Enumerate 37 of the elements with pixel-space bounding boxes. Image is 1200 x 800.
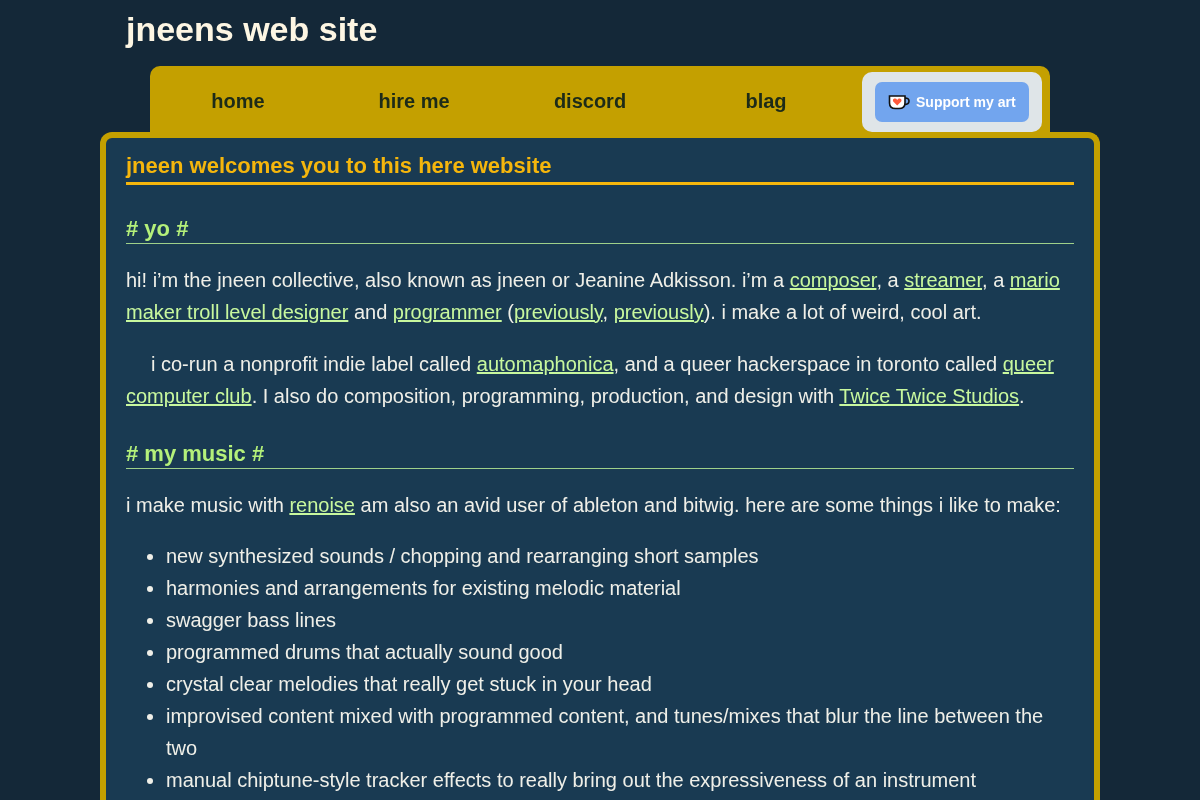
list-item: swagger bass lines <box>166 608 338 633</box>
list-item: manual chiptune-style tracker effects to really bring out the expressiveness of an instrument <box>166 768 978 793</box>
list-item: crystal clear melodies that really get stuck in your head <box>166 672 653 697</box>
site-title: jneens web site <box>126 10 378 49</box>
link[interactable]: mario <box>1009 269 1060 291</box>
page-heading: jneen welcomes you to this here website <box>126 152 1074 185</box>
section-heading: # yo # <box>126 215 1074 244</box>
nav-link[interactable]: home <box>211 89 265 113</box>
list-item: new synthesized sounds / chopping and rearranging short samples <box>166 544 760 569</box>
link[interactable]: programmer <box>392 301 502 323</box>
bullet-icon <box>147 682 153 688</box>
nav-link[interactable]: hire me <box>378 89 450 113</box>
link[interactable]: renoise <box>289 494 355 516</box>
link[interactable]: composer <box>789 269 877 291</box>
bullet-icon <box>147 778 153 784</box>
bullet-icon <box>147 618 153 624</box>
section-heading: # my music # <box>126 440 1074 469</box>
link[interactable]: queer <box>1002 353 1054 375</box>
list-item: programmed drums that actually sound good <box>166 640 564 665</box>
bullet-icon <box>147 650 153 656</box>
link[interactable]: maker troll level designer <box>126 301 349 323</box>
link[interactable]: automaphonica <box>476 353 614 375</box>
paragraph: i make music with renoise am also an avid user of ableton and bitwig. here are some things i like to make: <box>126 493 1062 518</box>
paragraph: i co-run a nonprofit indie label called automaphonica, and a queer hackerspace in toronto called queer computer club. I also do composition, programming, production, and design with Twice Twice Studios. <box>126 352 1055 409</box>
nav-link[interactable]: blag <box>745 89 787 113</box>
link[interactable]: Twice Twice Studios <box>839 385 1020 407</box>
link[interactable]: streamer <box>904 269 983 291</box>
bullet-icon <box>147 714 153 720</box>
link[interactable]: previously <box>613 301 704 323</box>
link[interactable]: previously <box>513 301 603 323</box>
bullet-icon <box>147 554 153 560</box>
link[interactable]: computer club <box>126 385 252 407</box>
nav-link[interactable]: discord <box>553 89 627 113</box>
list-item: harmonies and arrangements for existing melodic material <box>166 576 682 601</box>
bullet-icon <box>147 586 153 592</box>
paragraph: hi! i’m the jneen collective, also known as jneen or Jeanine Adkisson. i’m a composer, a streamer, a mario maker troll level designer and programmer (previously, previously). i make a lot of weird, cool art. <box>126 268 1061 325</box>
heart-cup-icon <box>888 94 910 110</box>
